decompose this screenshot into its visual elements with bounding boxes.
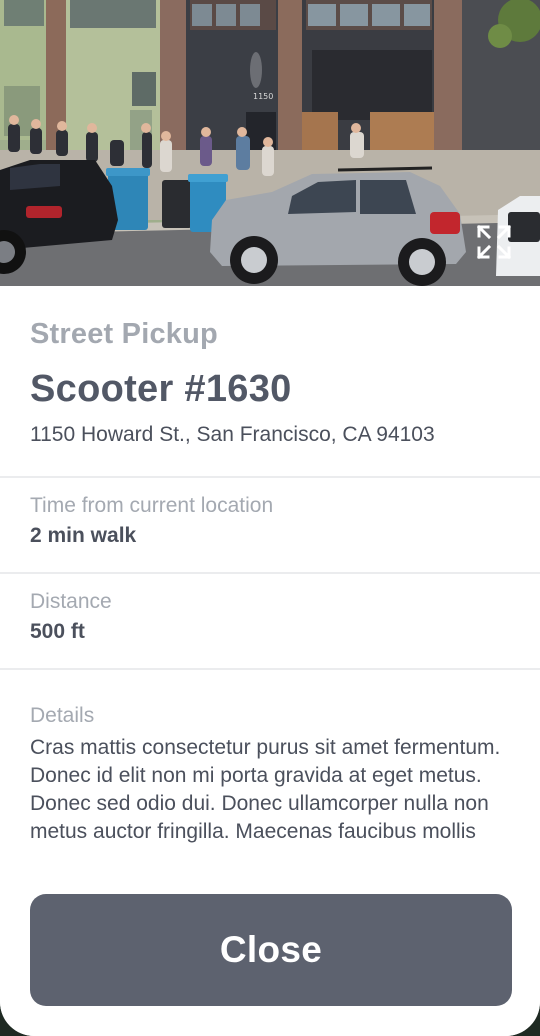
pickup-address: 1150 Howard St., San Francisco, CA 94103 xyxy=(30,423,435,446)
close-button[interactable]: Close xyxy=(30,894,512,1006)
vehicle-title: Scooter #1630 xyxy=(30,368,292,410)
street-view-illustration: 1150 xyxy=(0,0,540,286)
distance-value: 500 ft xyxy=(30,620,85,643)
divider xyxy=(0,668,540,670)
pickup-detail-screen: 1150 Street Pickup Scooter #1630 1150 Ho… xyxy=(0,0,540,1036)
building-number-label: 1150 xyxy=(253,92,273,101)
time-value: 2 min walk xyxy=(30,524,137,547)
expand-photo-button[interactable] xyxy=(476,224,512,260)
expand-arrows-icon xyxy=(477,225,511,259)
details-text: Cras mattis consectetur purus sit amet f… xyxy=(30,736,501,843)
pickup-type-label: Street Pickup xyxy=(30,318,218,350)
detail-sheet: Street Pickup Scooter #1630 1150 Howard … xyxy=(0,286,540,1036)
distance-label: Distance xyxy=(30,590,112,613)
divider xyxy=(0,476,540,478)
divider xyxy=(0,572,540,574)
time-label: Time from current location xyxy=(30,494,274,517)
street-view-photo: 1150 xyxy=(0,0,540,286)
details-label: Details xyxy=(30,704,95,727)
